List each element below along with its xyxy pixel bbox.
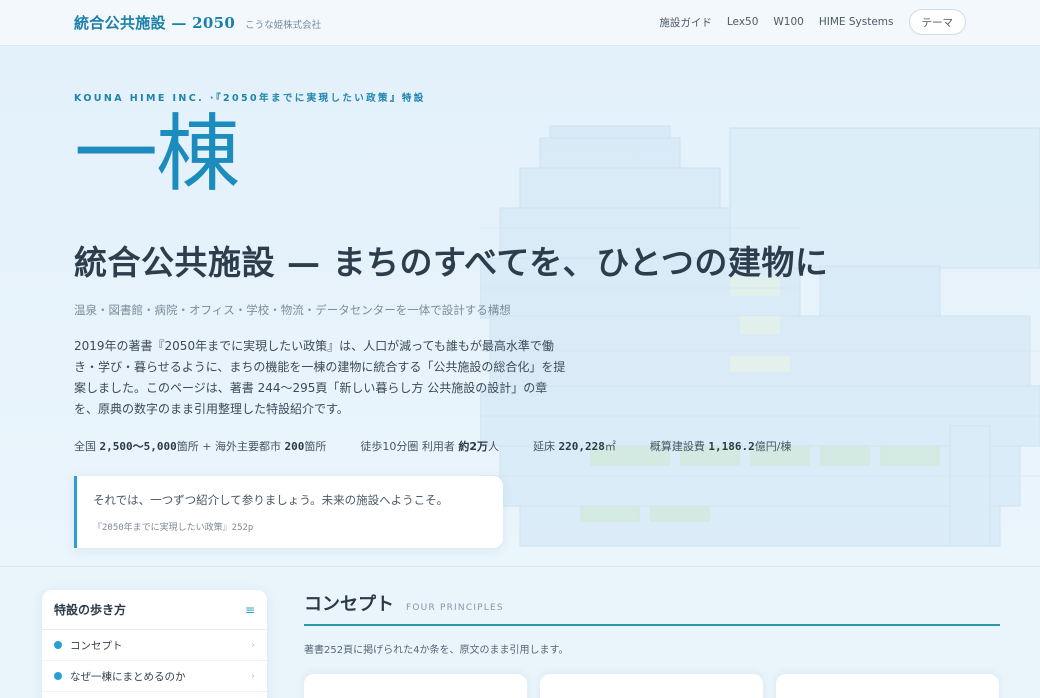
menu-icon[interactable]: ≡ xyxy=(245,603,255,617)
hero-kicker: KOUNA HIME INC. ·『2050年までに実現したい政策』特設 xyxy=(74,93,426,104)
hero-mark: 一棟 xyxy=(74,105,240,203)
page-title: 統合公共施設 — まちのすべてを、ひとつの建物に xyxy=(74,243,829,282)
key-stats: 全国 2,500〜5,000箇所 + 海外主要都市 200箇所 徒歩10分圏 利… xyxy=(74,438,791,454)
quote-card: それでは、一つずつ紹介して参りましょう。未来の施設へようこそ。 『2050年まで… xyxy=(74,476,503,548)
section-note: 著書252頁に掲げられた4か条を、原文のまま引用します。 xyxy=(304,645,569,656)
stat-locations: 全国 2,500〜5,000箇所 + 海外主要都市 200箇所 xyxy=(74,440,327,453)
stat-users: 徒歩10分圏 利用者 約2万人 xyxy=(360,440,499,453)
nav-link-facility-guide[interactable]: 施設ガイド xyxy=(659,15,712,30)
principle-card xyxy=(540,674,763,698)
stat-construction-cost: 概算建設費 1,186.2億円/棟 xyxy=(649,440,792,453)
section-title: コンセプト xyxy=(304,594,394,615)
site-title[interactable]: 統合公共施設 — 2050 xyxy=(74,12,235,33)
sidebar-item-concept[interactable]: コンセプト › xyxy=(42,630,267,661)
chevron-right-icon: › xyxy=(251,670,255,682)
chevron-right-icon: › xyxy=(251,639,255,651)
sidebar-title: 特設の歩き方 xyxy=(54,603,127,617)
nav-link-hime-systems[interactable]: HIME Systems xyxy=(819,16,894,28)
bullet-dot-icon xyxy=(54,672,62,680)
main-nav: 施設ガイド Lex50 W100 HIME Systems テーマ xyxy=(659,9,966,35)
nav-link-w100[interactable]: W100 xyxy=(773,16,803,28)
brand[interactable]: 統合公共施設 — 2050 こうな姫株式会社 xyxy=(74,12,321,33)
quote-citation: 『2050年までに実現したい政策』252p xyxy=(93,523,254,533)
hero-tagline: 温泉・図書館・病院・オフィス・学校・物流・データセンターを一体で設計する構想 xyxy=(74,303,511,317)
company-name: こうな姫株式会社 xyxy=(245,20,322,31)
sidebar-item-label: コンセプト xyxy=(70,639,123,652)
section-subtitle: FOUR PRINCIPLES xyxy=(406,603,504,613)
bullet-dot-icon xyxy=(54,641,62,649)
hero-intro: 2019年の著書『2050年までに実現したい政策』は、人口が減っても誰もが最高水… xyxy=(74,339,566,416)
hero-section: KOUNA HIME INC. ·『2050年までに実現したい政策』特設 一棟 … xyxy=(0,46,1040,567)
principle-card xyxy=(304,674,527,698)
quote-text: それでは、一つずつ紹介して参りましょう。未来の施設へようこそ。 xyxy=(93,493,449,507)
nav-link-lex50[interactable]: Lex50 xyxy=(727,16,759,28)
sidebar-header: 特設の歩き方 ≡ xyxy=(42,590,267,630)
section-header: コンセプト FOUR PRINCIPLES xyxy=(304,590,1000,626)
principle-cards xyxy=(304,674,1000,698)
guide-sidebar: 特設の歩き方 ≡ コンセプト › なぜ一棟にまとめるのか › xyxy=(42,590,267,698)
stat-floor-area: 延床 220,228㎡ xyxy=(532,440,616,453)
principle-card xyxy=(776,674,999,698)
top-navigation-bar: 統合公共施設 — 2050 こうな姫株式会社 施設ガイド Lex50 W100 … xyxy=(0,0,1040,46)
theme-toggle-button[interactable]: テーマ xyxy=(908,9,966,35)
sidebar-item-label: なぜ一棟にまとめるのか xyxy=(70,670,186,683)
sidebar-item-why-one-building[interactable]: なぜ一棟にまとめるのか › xyxy=(42,661,267,692)
concept-section: コンセプト FOUR PRINCIPLES 著書252頁に掲げられた4か条を、原… xyxy=(304,590,1000,698)
